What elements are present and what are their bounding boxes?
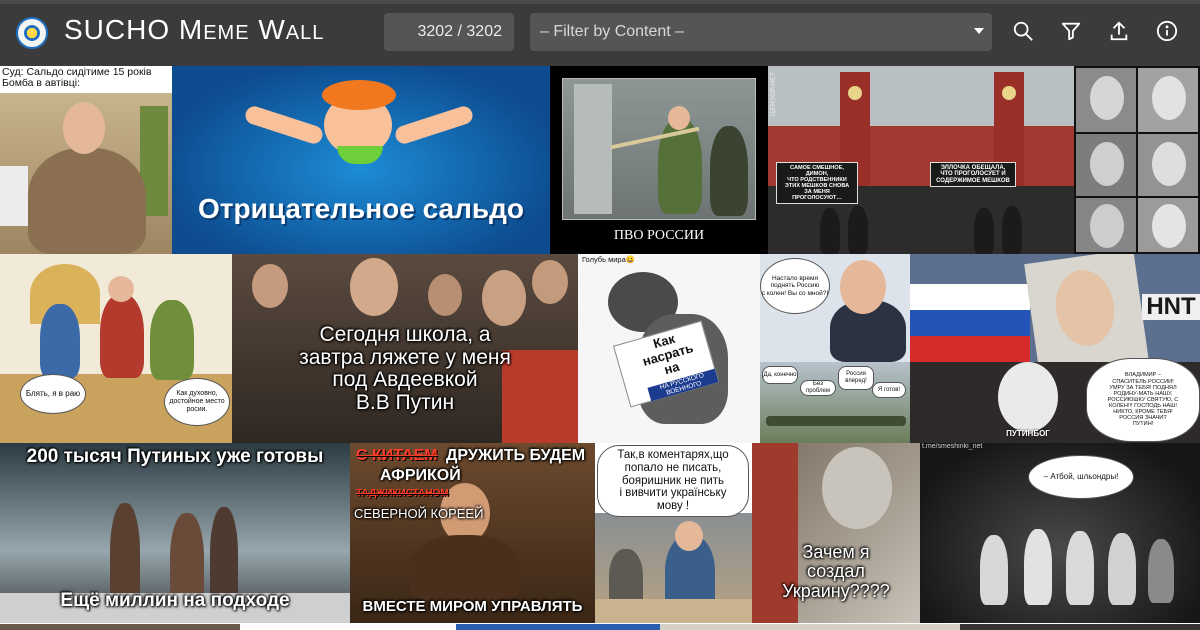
filter-icon [1061,22,1081,41]
search-button[interactable] [1008,16,1038,46]
meme-tile[interactable]: Настало время поднять Россию с колен! Вы… [760,254,910,443]
speech-bubble: Так,в коментарях,що попало не писать, бо… [597,445,749,517]
speech-bubble: Блять, я в раю [20,374,86,414]
speech-bubble: Я готов! [872,382,906,398]
meme-tile[interactable]: Зачем я создал Украину???? [752,443,920,623]
meme-caption: АФРИКОЙ [380,467,461,484]
top-bar: SUCHO Meme Wall 3202 / 3202 – Filter by … [0,0,1200,66]
speech-bubble: Настало время поднять Россию с колен! Вы… [760,258,830,314]
meme-tile[interactable]: Голубь мира😀 Как насрать на НА РУССКОГО … [578,254,760,443]
chevron-down-icon [974,28,984,34]
badge-text: ПУТИНБОГ [1006,429,1050,438]
app-title[interactable]: SUCHO Meme Wall [64,14,324,46]
meme-tile[interactable] [1074,66,1200,254]
struck-text: С КИТАЕМ [356,447,438,464]
speech-bubble: Да, конечно [762,366,798,384]
meme-caption: Отрицательное сальдо [198,193,524,224]
info-icon [1156,20,1178,42]
meme-tile[interactable]: С КИТАЕМ ДРУЖИТЬ БУДЕМ АФРИКОЙ ТАДЖИКИСТ… [350,443,595,623]
speech-bubble: Россия вперед! [838,366,874,390]
meme-caption-bottom: Ещё миллин на подходе [60,590,290,611]
sucho-logo[interactable] [16,17,48,49]
speech-bubble: – Атбой, шльондры! [1028,455,1134,499]
filter-button[interactable] [1056,16,1086,46]
content-filter-placeholder: – Filter by Content – [540,23,685,40]
meme-caption: ПВО РОССИИ [613,228,705,243]
meme-title: Голубь мира😀 [582,255,636,264]
meme-caption: САМОЕ СМЕШНОЕ, ДИМОН, ЧТО РОДСТВЕННИКИ Э… [776,162,858,205]
meme-tile[interactable]: HNT ПУТИНБОГ ВЛАДИМИР – СПАСИТЕЛЬ РОССИИ… [910,254,1200,443]
speech-bubble: Без проблем [800,380,836,396]
struck-text: ТАДЖИКИСТАНОМ [356,488,449,499]
meme-caption: Зачем я создал Украину???? [782,542,890,601]
watermark: ЦЕНЗОР.НЕТ [770,72,777,117]
speech-bubble: Как духовно, достойное место росии. [164,378,230,426]
search-icon [1013,21,1033,41]
meme-tile[interactable]: Блять, я в раю Как духовно, достойное ме… [0,254,232,443]
meme-caption: ДРУЖИТЬ БУДЕМ [446,447,586,464]
meme-grid: Суд: Сальдо сидітиме 15 років Бомба в ав… [0,66,1200,630]
upload-button[interactable] [1104,16,1134,46]
speech-bubble: ВЛАДИМИР – СПАСИТЕЛЬ РОССИИ! УМРУ ЗА ТЕБ… [1086,358,1200,442]
meme-tile[interactable]: t.me/smeshinki_net – Атбой, шльондры! [920,443,1200,623]
meme-caption: СЕВЕРНОЙ КОРЕЕЙ [354,506,484,521]
meme-tile[interactable]: Так,в коментарях,що попало не писать, бо… [595,443,752,623]
meme-tile[interactable]: Сегодня школа, а завтра ляжете у меня по… [232,254,578,443]
content-filter-select[interactable]: – Filter by Content – [530,13,992,51]
meme-tile[interactable]: ЦЕНЗОР.НЕТ САМОЕ СМЕШНОЕ, ДИМОН, ЧТО РОД… [768,66,924,254]
meme-caption-top: 200 тысяч Путиных уже готовы [26,446,324,467]
meme-tile[interactable]: ЭЛЛОЧКА ОБЕЩАЛА, ЧТО ПРОГОЛОСУЕТ И СОДЕР… [924,66,1074,254]
next-row-preview [0,624,1200,630]
meme-counter: 3202 / 3202 [384,13,514,51]
meme-tile[interactable]: ПВО РОССИИ [550,66,768,254]
meme-caption: Сегодня школа, а завтра ляжете у меня по… [299,323,511,415]
meme-tile[interactable]: Отрицательное сальдо [172,66,550,254]
info-button[interactable] [1152,16,1182,46]
meme-caption: Суд: Сальдо сидітиме 15 років Бомба в ав… [2,66,152,90]
banner-text: HNT [1142,294,1200,320]
meme-caption-bottom: ВМЕСТЕ МИРОМ УПРАВЛЯТЬ [362,598,583,615]
meme-caption: ЭЛЛОЧКА ОБЕЩАЛА, ЧТО ПРОГОЛОСУЕТ И СОДЕР… [930,162,1016,188]
upload-icon [1110,21,1128,41]
watermark: t.me/smeshinki_net [922,443,983,450]
meme-tile[interactable]: 200 тысяч Путиных уже готовы Ещё миллин … [0,443,350,623]
meme-tile[interactable]: Суд: Сальдо сидітиме 15 років Бомба в ав… [0,66,172,254]
